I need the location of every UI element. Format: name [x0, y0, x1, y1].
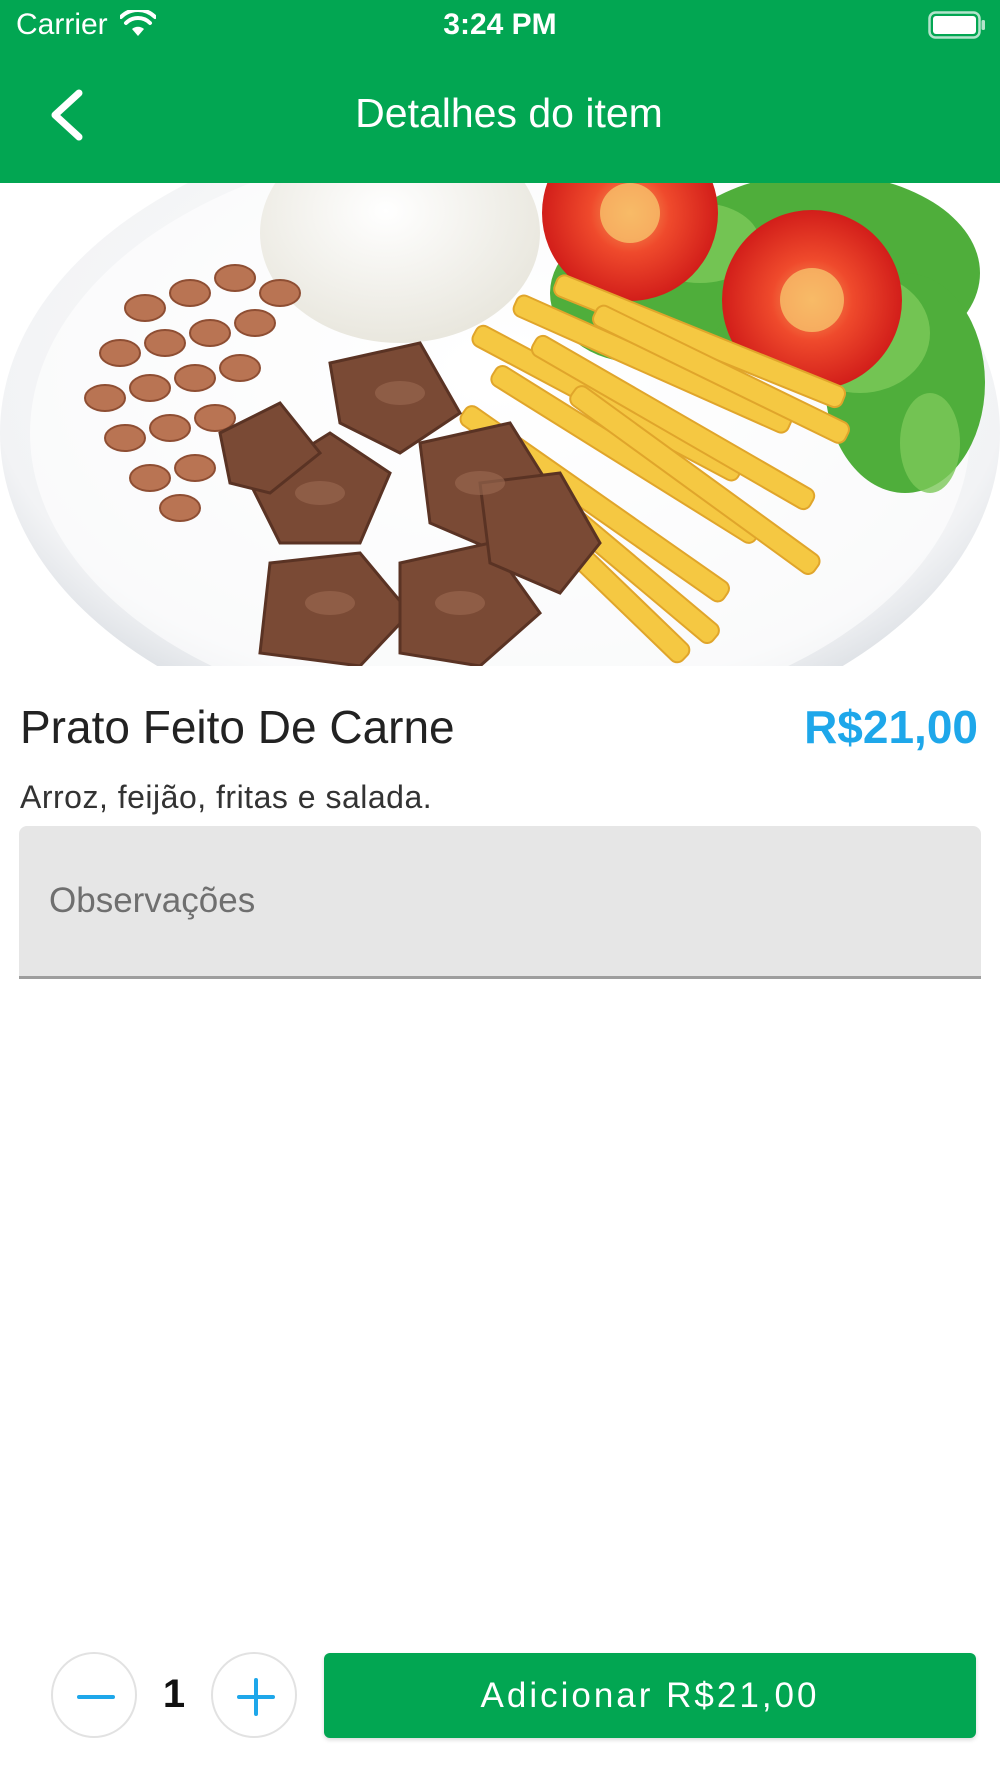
increase-quantity-button[interactable]: [211, 1652, 297, 1738]
plate-illustration: [0, 183, 1000, 666]
decrease-quantity-button[interactable]: [51, 1652, 137, 1738]
header: Carrier 3:24 PM Detalhes do item: [0, 0, 1000, 183]
item-description: Arroz, feijão, fritas e salada.: [20, 779, 433, 815]
battery-icon: [928, 11, 985, 39]
minus-icon: [77, 1695, 115, 1699]
add-to-cart-button[interactable]: Adicionar R$21,00: [324, 1653, 976, 1738]
quantity-value: 1: [162, 1672, 186, 1716]
item-price: R$21,00: [804, 701, 978, 753]
page-title: Detalhes do item: [355, 90, 663, 136]
item-name: Prato Feito De Carne: [20, 701, 455, 753]
status-time: 3:24 PM: [443, 8, 557, 41]
observations-input[interactable]: [19, 826, 981, 979]
plus-icon: [237, 1678, 275, 1716]
item-image: [0, 183, 1000, 666]
item-details-screen: Carrier 3:24 PM Detalhes do item Prato F…: [0, 0, 1000, 1778]
